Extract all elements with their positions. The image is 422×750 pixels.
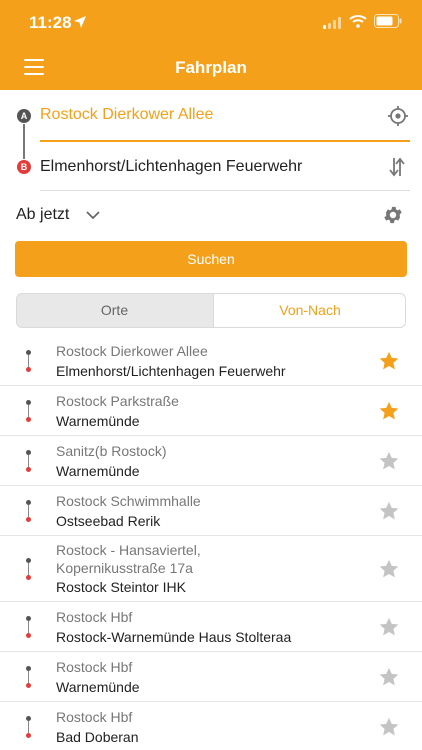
destination-dot bbox=[26, 417, 31, 422]
mode-segmented-control: Orte Von-Nach bbox=[16, 293, 406, 328]
route-line bbox=[28, 405, 29, 417]
origin-badge: A bbox=[17, 109, 31, 123]
destination-input-underline bbox=[40, 190, 410, 191]
item-destination: Warnemünde bbox=[56, 463, 140, 479]
gear-icon[interactable] bbox=[382, 204, 404, 226]
destination-input[interactable]: Elmenhorst/Lichtenhagen Feuerwehr bbox=[40, 158, 302, 176]
status-time: 11:28 bbox=[29, 13, 72, 32]
list-item[interactable]: Rostock Dierkower Allee Elmenhorst/Licht… bbox=[0, 336, 422, 386]
item-origin: Sanitz(b Rostock) bbox=[56, 443, 167, 459]
list-item[interactable]: Rostock Hbf Warnemünde bbox=[0, 652, 422, 702]
star-icon[interactable] bbox=[378, 400, 400, 422]
list-item[interactable]: Sanitz(b Rostock) Warnemünde bbox=[0, 436, 422, 486]
page-title: Fahrplan bbox=[175, 58, 247, 77]
segment-von-nach[interactable]: Von-Nach bbox=[213, 294, 405, 327]
item-destination: Warnemünde bbox=[56, 679, 140, 695]
item-origin: Rostock Schwimmhalle bbox=[56, 493, 201, 509]
star-icon[interactable] bbox=[378, 558, 400, 580]
route-line bbox=[28, 505, 29, 517]
list-item[interactable]: Rostock Schwimmhalle Ostseebad Rerik bbox=[0, 486, 422, 536]
item-origin: Rostock Dierkower Allee bbox=[56, 343, 208, 359]
route-line bbox=[28, 355, 29, 367]
destination-dot bbox=[26, 517, 31, 522]
route-line bbox=[28, 621, 29, 633]
status-bar: 11:28 bbox=[0, 0, 422, 44]
star-icon[interactable] bbox=[378, 666, 400, 688]
item-destination: Rostock Steintor IHK bbox=[56, 579, 186, 595]
item-destination: Ostseebad Rerik bbox=[56, 513, 161, 529]
list-item[interactable]: Rostock - Hansaviertel, Kopernikusstraße… bbox=[0, 536, 422, 602]
destination-dot bbox=[26, 683, 31, 688]
location-arrow-icon bbox=[74, 16, 86, 28]
list-item[interactable]: Rostock Hbf Rostock-Warnemünde Haus Stol… bbox=[0, 602, 422, 652]
star-icon[interactable] bbox=[378, 350, 400, 372]
destination-dot bbox=[26, 633, 31, 638]
list-item[interactable]: Rostock Parkstraße Warnemünde bbox=[0, 386, 422, 436]
cellular-signal-icon bbox=[323, 17, 341, 29]
app-header: 11:28 Fahrplan bbox=[0, 0, 422, 90]
route-connector bbox=[23, 124, 25, 159]
route-line bbox=[28, 721, 29, 733]
swap-arrows-icon[interactable] bbox=[388, 156, 406, 178]
destination-badge: B bbox=[17, 160, 31, 174]
star-icon[interactable] bbox=[378, 716, 400, 738]
item-destination: Elmenhorst/Lichtenhagen Feuerwehr bbox=[56, 363, 286, 379]
departure-time-selector[interactable]: Ab jetzt bbox=[16, 206, 69, 224]
navigation-bar: Fahrplan bbox=[0, 44, 422, 90]
destination-dot bbox=[26, 467, 31, 472]
star-icon[interactable] bbox=[378, 616, 400, 638]
destination-dot bbox=[26, 367, 31, 372]
item-origin: Rostock Hbf bbox=[56, 709, 133, 725]
route-line bbox=[28, 563, 29, 575]
item-destination: Rostock-Warnemünde Haus Stolteraa bbox=[56, 629, 292, 645]
star-icon[interactable] bbox=[378, 500, 400, 522]
current-location-icon[interactable] bbox=[387, 105, 409, 127]
segment-orte[interactable]: Orte bbox=[17, 294, 212, 327]
item-destination: Bad Doberan bbox=[56, 729, 139, 745]
item-destination: Warnemünde bbox=[56, 413, 140, 429]
item-origin: Rostock Hbf bbox=[56, 659, 133, 675]
search-button[interactable]: Suchen bbox=[15, 241, 407, 277]
item-origin: Rostock Parkstraße bbox=[56, 393, 179, 409]
destination-dot bbox=[26, 733, 31, 738]
origin-input[interactable]: Rostock Dierkower Allee bbox=[40, 106, 213, 124]
battery-icon bbox=[374, 14, 402, 28]
item-origin: Rostock Hbf bbox=[56, 609, 133, 625]
star-icon[interactable] bbox=[378, 450, 400, 472]
route-line bbox=[28, 455, 29, 467]
item-origin: Rostock - Hansaviertel, Kopernikusstraße… bbox=[56, 542, 201, 576]
chevron-down-icon[interactable] bbox=[86, 210, 100, 220]
destination-dot bbox=[26, 575, 31, 580]
origin-input-underline bbox=[40, 140, 410, 142]
route-line bbox=[28, 671, 29, 683]
wifi-icon bbox=[349, 15, 367, 28]
list-item[interactable]: Rostock Hbf Bad Doberan bbox=[0, 702, 422, 750]
